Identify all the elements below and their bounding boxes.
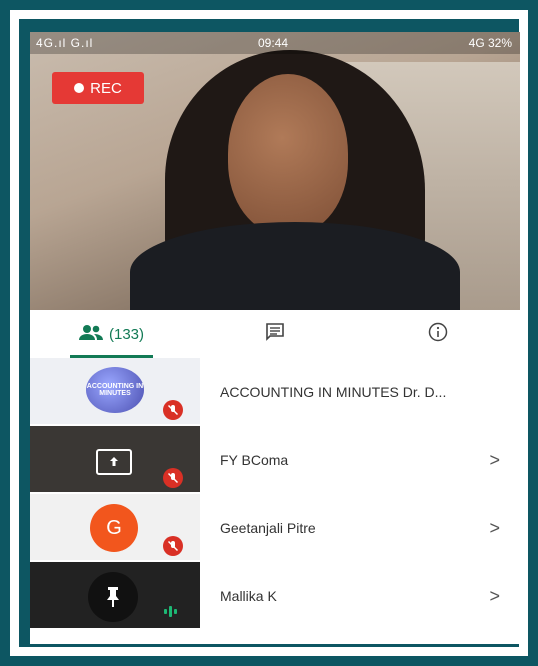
screen-share-icon [96, 449, 132, 475]
main-video[interactable]: 4G.ıl G.ıl 09:44 4G 32% REC [30, 32, 520, 310]
participant-thumbnail [30, 562, 200, 628]
clock: 09:44 [258, 36, 289, 50]
signal-status: 4G.ıl G.ıl [36, 36, 94, 50]
people-count: (133) [108, 325, 145, 343]
participant-name: ACCOUNTING IN MINUTES Dr. D... [220, 384, 447, 400]
participant-name: Mallika K [220, 588, 277, 604]
participant-thumbnail: G [30, 494, 200, 560]
status-bar: 4G.ıl G.ıl 09:44 4G 32% [30, 32, 520, 54]
tab-people[interactable]: (133) [30, 310, 193, 358]
recording-badge: REC [52, 72, 144, 104]
tab-bar: (133) [30, 310, 520, 359]
chevron-right-icon[interactable]: > [489, 562, 500, 630]
participant-row[interactable]: ACCOUNTING IN MINUTES ACCOUNTING IN MINU… [30, 358, 520, 426]
participant-list: ACCOUNTING IN MINUTES ACCOUNTING IN MINU… [30, 358, 520, 644]
people-icon [78, 324, 103, 344]
record-dot-icon [74, 83, 85, 93]
participant-name: FY BComa [220, 452, 289, 468]
participant-row[interactable]: FY BComa > [30, 426, 520, 494]
chevron-right-icon[interactable]: > [489, 494, 500, 562]
pin-icon [88, 572, 138, 622]
battery-status: 4G 32% [468, 36, 512, 50]
tab-info[interactable] [356, 310, 520, 358]
chat-icon [265, 322, 285, 346]
video-person-face [228, 74, 348, 234]
audio-level-icon [164, 606, 177, 617]
participant-thumbnail: ACCOUNTING IN MINUTES [30, 358, 200, 424]
avatar: G [90, 504, 138, 552]
chevron-right-icon[interactable]: > [489, 426, 500, 494]
info-icon [428, 322, 448, 347]
mic-off-icon [163, 536, 183, 556]
mic-off-icon [163, 400, 183, 420]
participant-name: Geetanjali Pitre [220, 520, 316, 536]
phone-screen: 4G.ıl G.ıl 09:44 4G 32% REC (133) ACCOUN… [30, 32, 520, 644]
channel-logo: ACCOUNTING IN MINUTES [86, 367, 144, 413]
participant-thumbnail [30, 426, 200, 492]
participant-row[interactable]: Mallika K > [30, 562, 520, 630]
mic-off-icon [163, 468, 183, 488]
participant-row[interactable]: G Geetanjali Pitre > [30, 494, 520, 562]
tab-chat[interactable] [193, 310, 356, 358]
recording-label: REC [90, 79, 122, 97]
